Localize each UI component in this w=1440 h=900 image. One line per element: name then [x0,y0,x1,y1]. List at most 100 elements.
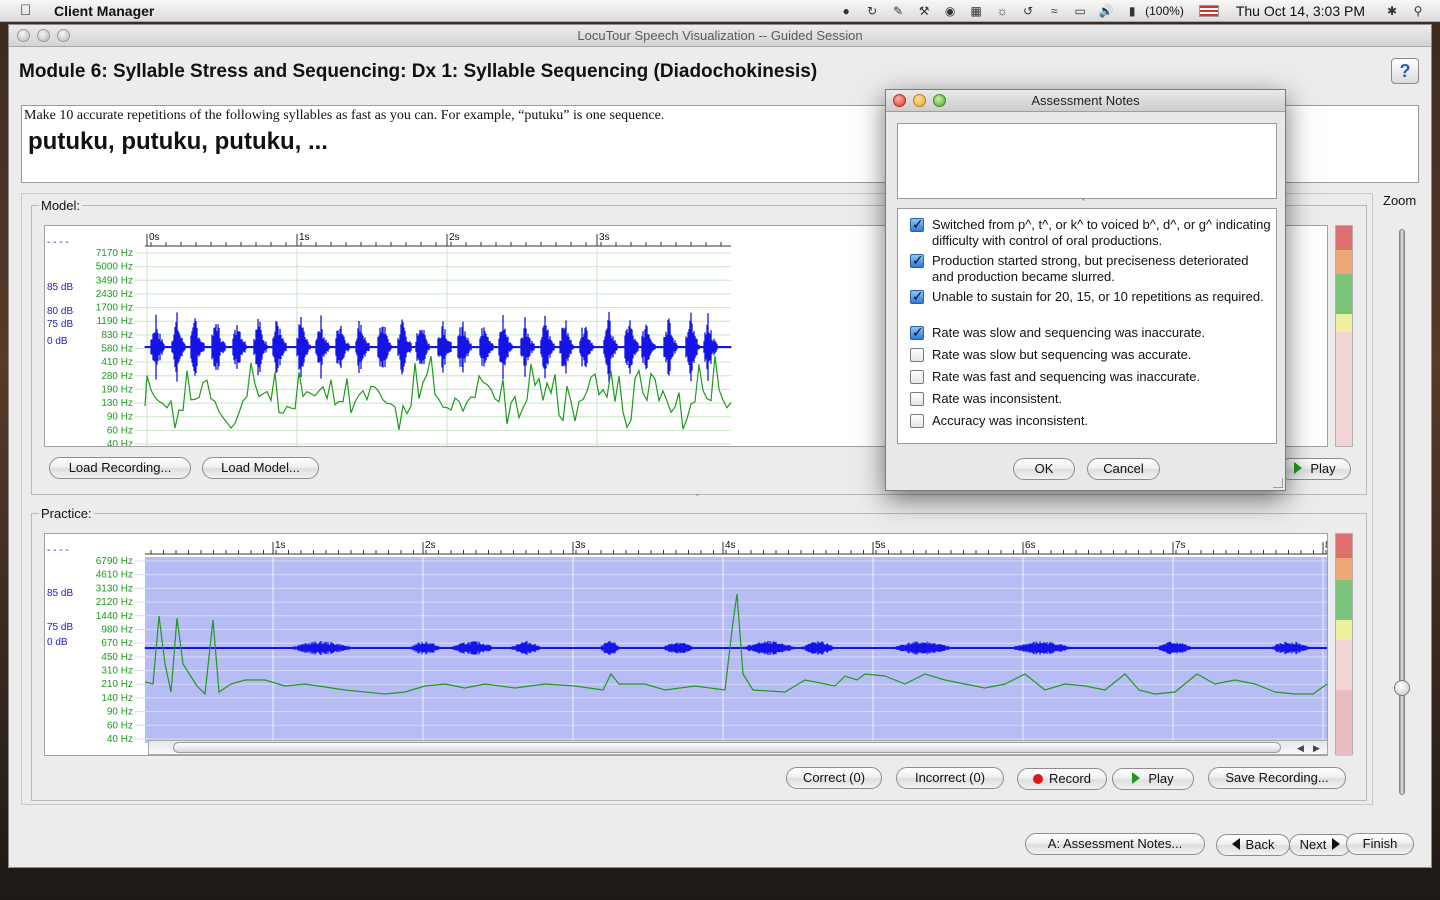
next-button[interactable]: Next [1289,834,1351,856]
menubar-clock[interactable]: Thu Oct 14, 3:03 PM [1236,3,1365,19]
grid-icon[interactable]: ▦ [968,4,984,18]
us-flag-icon[interactable] [1198,5,1219,17]
dialog-split-divider[interactable]: ˆ [1082,198,1085,208]
frequency-tick-label: 7170 Hz [96,248,133,259]
zoom-slider[interactable] [1399,229,1405,795]
frequency-tick-label: 40 Hz [107,439,133,447]
split-pane-divider[interactable]: ˆ [696,493,699,503]
zoom-label: Zoom [1383,193,1417,208]
practice-horizontal-scrollbar[interactable]: ◀ ▶ [148,740,1328,755]
tools-icon[interactable]: ⚒ [916,4,932,18]
frequency-tick-label: 670 Hz [101,638,133,649]
close-dialog-icon[interactable] [893,94,906,107]
checklist-item-label: Unable to sustain for 20, 15, or 10 repe… [932,289,1264,304]
volume-icon[interactable]: 🔊 [1098,4,1114,18]
checklist-item-label: Rate was inconsistent. [932,391,1063,406]
incorrect-button[interactable]: Incorrect (0) [896,767,1004,789]
frequency-tick-label: 60 Hz [107,720,133,731]
time-tick-label: 8 [1325,540,1328,551]
svg-text:- - - -: - - - - [47,237,69,248]
checkbox[interactable] [910,216,924,232]
back-button[interactable]: Back [1216,834,1290,856]
model-panel-label: Model: [39,198,83,213]
spotlight-search-icon[interactable]: ⚲ [1410,4,1426,18]
finish-button[interactable]: Finish [1346,833,1414,855]
frequency-tick-label: 980 Hz [101,624,133,635]
display-icon[interactable]: ▭ [1072,4,1088,18]
dialog-ok-button[interactable]: OK [1013,458,1075,480]
checkbox[interactable] [910,392,924,406]
checkbox[interactable] [910,414,924,428]
checklist-item[interactable]: Accuracy was inconsistent. [910,413,1272,429]
load-recording-button[interactable]: Load Recording... [49,457,191,479]
battery-icon[interactable]: ▮ [1124,4,1140,18]
close-window-icon[interactable] [17,29,30,42]
scroll-right-arrow-icon[interactable]: ▶ [1313,743,1320,754]
dialog-cancel-button[interactable]: Cancel [1087,458,1160,480]
checklist-item[interactable]: Rate was slow but sequencing was accurat… [910,347,1272,363]
record-button[interactable]: Record [1017,768,1107,790]
frequency-tick-label: 60 Hz [107,425,133,436]
scroll-left-arrow-icon[interactable]: ◀ [1297,743,1304,754]
correct-button[interactable]: Correct (0) [786,767,882,789]
script-icon[interactable]: ✎ [890,4,906,18]
play-icon [1294,462,1303,474]
minimize-window-icon[interactable] [37,29,50,42]
frequency-tick-label: 1190 Hz [96,316,133,327]
checklist-item-label: Switched from p^, t^, or k^ to voiced b^… [932,217,1271,248]
load-model-button[interactable]: Load Model... [202,457,319,479]
checklist-item[interactable]: Switched from p^, t^, or k^ to voiced b^… [910,216,1272,249]
app-menu[interactable]: Client Manager [54,3,154,19]
checklist-item[interactable]: Rate was inconsistent. [910,391,1272,407]
apple-menu-icon[interactable]:  [20,2,38,19]
zoom-dialog-icon[interactable] [933,94,946,107]
checklist-item[interactable]: Rate was fast and sequencing was inaccur… [910,369,1272,385]
checklist-item-label: Production started strong, but precisene… [932,253,1249,284]
assessment-notes-dialog: Assessment Notes ˆ Switched from p^, t^,… [885,89,1286,491]
model-play-label: Play [1310,461,1336,476]
db-tick-label: 0 dB [47,336,68,347]
window-titlebar[interactable]: LocuTour Speech Visualization -- Guided … [9,25,1431,47]
save-recording-button[interactable]: Save Recording... [1208,767,1346,789]
frequency-tick-label: 3130 Hz [96,583,133,594]
bluetooth-icon[interactable]: ✱ [1384,4,1400,18]
checklist-item[interactable]: Rate was slow and sequencing was inaccur… [910,324,1272,341]
time-machine-icon[interactable]: ↺ [1020,4,1036,18]
frequency-tick-label: 2430 Hz [96,289,133,300]
wifi-icon[interactable]: ≈ [1046,4,1062,18]
status-app-icon[interactable]: ● [838,4,854,18]
help-button[interactable]: ? [1391,58,1419,84]
back-label: Back [1245,837,1275,852]
checkbox[interactable] [910,288,924,304]
model-pitch-trace [144,355,732,430]
checkbox[interactable] [910,348,924,362]
accessibility-icon[interactable]: ☼ [994,4,1010,18]
dialog-titlebar[interactable]: Assessment Notes [886,90,1285,112]
menu-bar:  Client Manager ● ↻ ✎ ⚒ ◉ ▦ ☼ ↺ ≈ ▭ 🔊 ▮… [0,0,1440,22]
frequency-tick-label: 190 Hz [101,384,133,395]
assessment-notes-button[interactable]: A: Assessment Notes... [1025,833,1205,855]
assessment-notes-textarea[interactable] [897,123,1277,199]
checkbox[interactable] [910,370,924,384]
next-arrow-icon [1332,838,1341,850]
model-level-meter [1335,225,1353,447]
next-label: Next [1299,837,1327,852]
practice-play-button[interactable]: Play [1112,768,1194,790]
practice-graph[interactable]: 6790 Hz 4610 Hz 3130 Hz 2120 Hz 1440 Hz 980 H… [44,533,1328,756]
record-status-icon[interactable]: ◉ [942,4,958,18]
frequency-tick-label: 280 Hz [101,371,133,382]
battery-percent: (100%) [1145,4,1184,18]
checkbox[interactable] [910,324,924,340]
model-play-button[interactable]: Play [1279,458,1351,480]
checklist-item[interactable]: Unable to sustain for 20, 15, or 10 repe… [910,288,1272,305]
checklist-item[interactable]: Production started strong, but precisene… [910,252,1272,285]
checklist-item-label: Rate was slow and sequencing was inaccur… [932,325,1206,340]
scrollbar-thumb[interactable] [173,742,1281,753]
minimize-dialog-icon[interactable] [913,94,926,107]
window-controls [17,29,70,42]
zoom-window-icon[interactable] [57,29,70,42]
zoom-slider-knob[interactable] [1394,680,1410,696]
dialog-resize-grip[interactable] [1273,478,1283,488]
sync-icon[interactable]: ↻ [864,4,880,18]
checkbox[interactable] [910,252,924,268]
